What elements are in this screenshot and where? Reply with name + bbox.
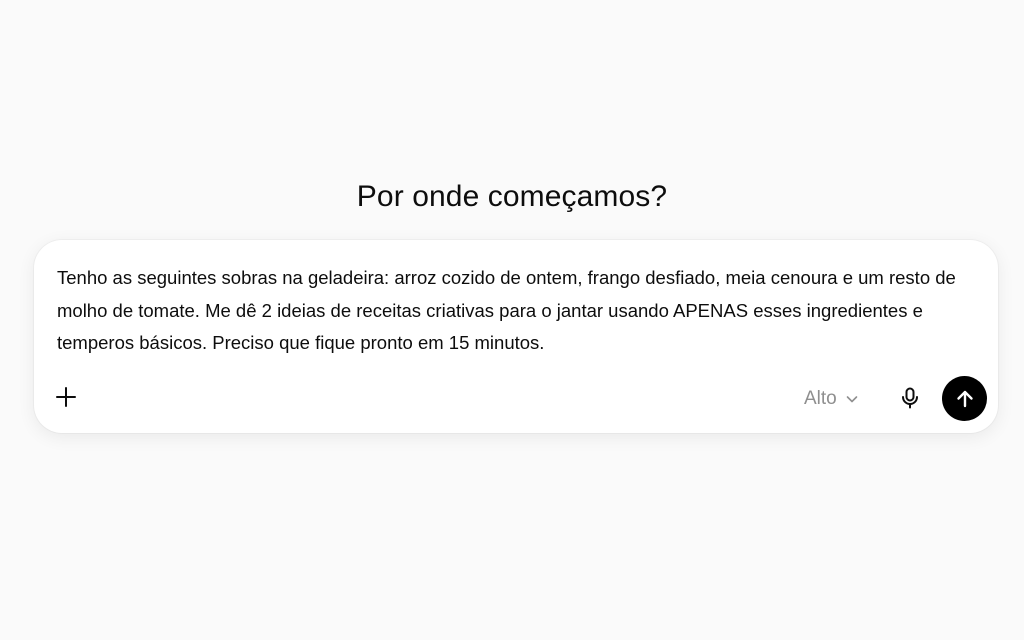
plus-icon [54, 385, 78, 409]
arrow-up-icon [954, 388, 976, 410]
attach-button[interactable] [50, 381, 82, 413]
model-selector-label: Alto [804, 388, 837, 409]
chevron-down-icon [845, 392, 859, 406]
page: Por onde começamos? Tenho as seguintes s… [0, 0, 1024, 640]
prompt-input[interactable]: Tenho as seguintes sobras na geladeira: … [57, 262, 977, 360]
page-title: Por onde começamos? [356, 180, 668, 214]
send-button[interactable] [942, 376, 987, 421]
voice-input-button[interactable] [894, 382, 926, 414]
model-selector[interactable]: Alto [804, 385, 859, 413]
microphone-icon [898, 386, 922, 410]
prompt-composer: Tenho as seguintes sobras na geladeira: … [34, 240, 998, 433]
